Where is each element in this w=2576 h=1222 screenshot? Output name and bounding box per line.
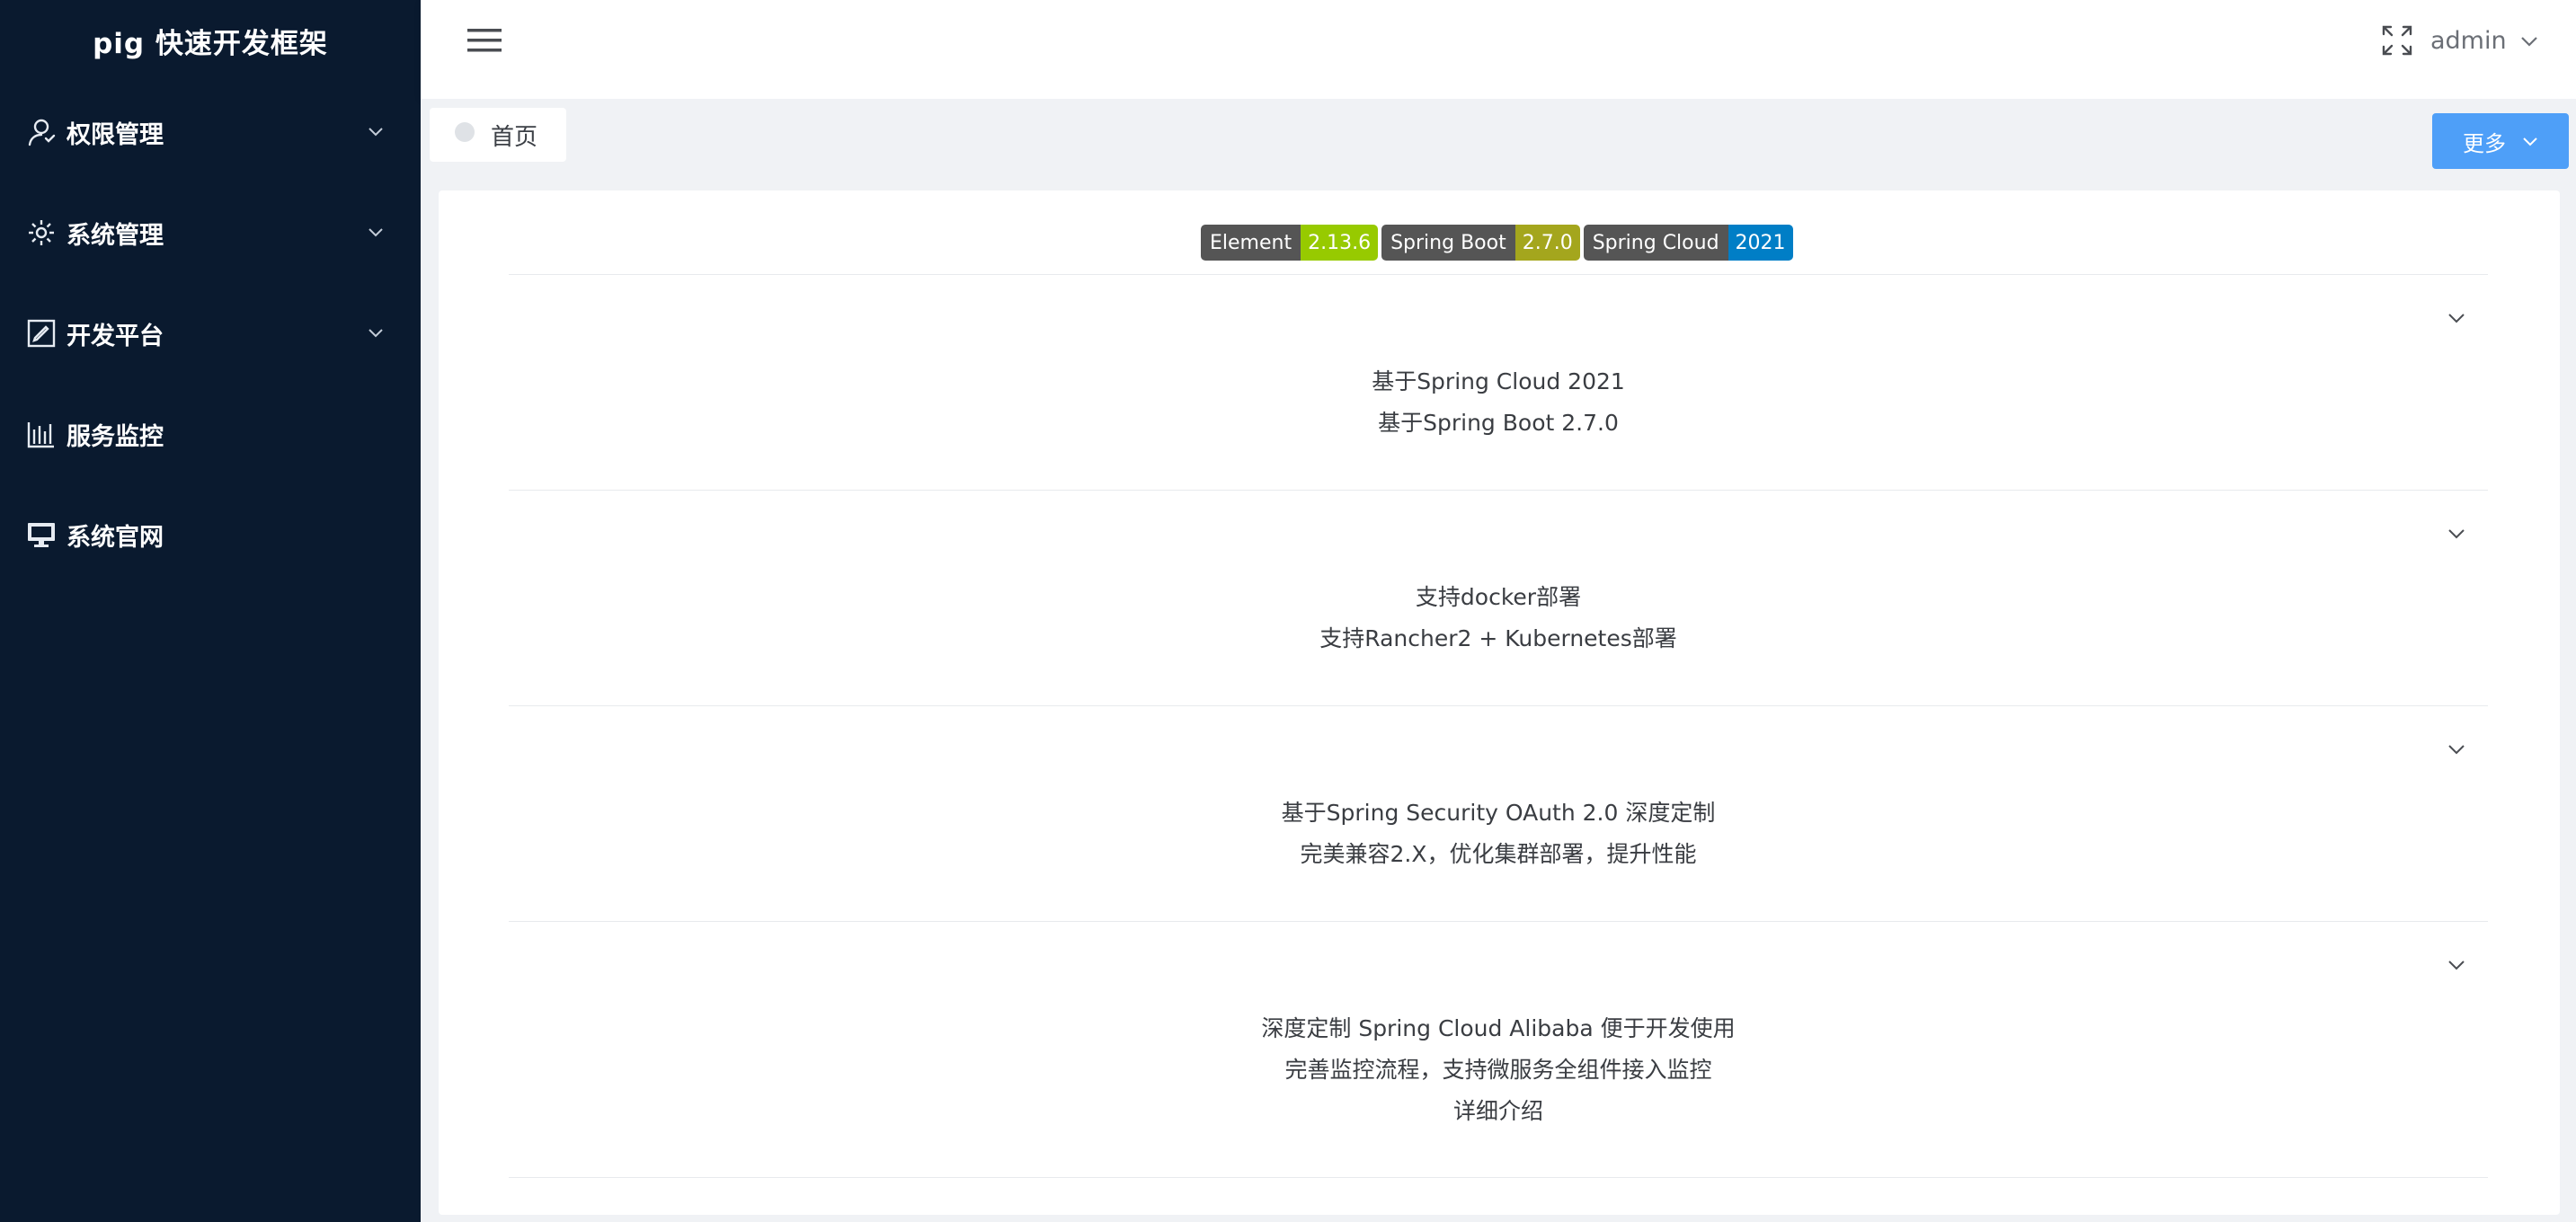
- chevron-down-icon: [367, 122, 385, 140]
- hamburger-icon[interactable]: [467, 25, 502, 56]
- chevron-down-icon: [367, 223, 385, 241]
- sidebar-item-monitoring[interactable]: 服务监控: [0, 394, 421, 474]
- feature-text: 深度定制 Spring Cloud Alibaba 便于开发使用 完善监控流程，…: [509, 1008, 2488, 1132]
- badge-element: Element 2.13.6: [1201, 225, 1379, 261]
- badge-key: Element: [1201, 225, 1301, 261]
- main-card: Element 2.13.6 Spring Boot 2.7.0 Spring …: [439, 190, 2560, 1215]
- chevron-down-icon[interactable]: [2447, 307, 2466, 327]
- top-header: admin: [421, 0, 2576, 99]
- tab-label: 首页: [491, 123, 538, 151]
- chart-icon: [25, 418, 58, 450]
- tab-home[interactable]: 首页: [430, 108, 566, 162]
- feature-text: 基于Spring Security OAuth 2.0 深度定制 完美兼容2.X…: [509, 793, 2488, 875]
- feature-line: 支持Rancher2 + Kubernetes部署: [1319, 625, 1677, 651]
- badge-key: Spring Cloud: [1583, 225, 1728, 261]
- more-button[interactable]: 更多: [2432, 113, 2569, 169]
- monitor-icon: [25, 518, 58, 551]
- sidebar-item-permissions[interactable]: 权限管理: [0, 92, 421, 173]
- sidebar-item-website[interactable]: 系统官网: [0, 494, 421, 575]
- sidebar-item-system[interactable]: 系统管理: [0, 192, 421, 273]
- username: admin: [2430, 26, 2507, 55]
- badge-spring-boot: Spring Boot 2.7.0: [1381, 225, 1580, 261]
- feature-link[interactable]: 详细介绍: [509, 1091, 2488, 1132]
- chevron-down-icon[interactable]: [2447, 954, 2466, 974]
- sidebar-item-label: 权限管理: [67, 120, 164, 149]
- tabs-bar: 首页 更多: [421, 99, 2576, 171]
- sidebar-item-label: 系统官网: [67, 523, 164, 552]
- feature-item: 深度定制 Spring Cloud Alibaba 便于开发使用 完善监控流程，…: [509, 921, 2488, 1177]
- feature-line: 基于Spring Cloud 2021: [1372, 368, 1625, 394]
- feature-text: 基于Spring Cloud 2021 基于Spring Boot 2.7.0: [509, 361, 2488, 444]
- sidebar-item-label: 系统管理: [67, 221, 164, 250]
- chevron-down-icon[interactable]: [2447, 739, 2466, 758]
- feature-line: 支持docker部署: [1415, 584, 1582, 610]
- badge-value: 2.7.0: [1515, 225, 1580, 261]
- sidebar: pig 快速开发框架 权限管理 系统管理 开发平台 服务监控 系统官网: [0, 0, 421, 1222]
- feature-text: 支持docker部署 支持Rancher2 + Kubernetes部署: [509, 577, 2488, 660]
- user-icon: [25, 116, 58, 148]
- tab-status-dot: [455, 122, 475, 142]
- chevron-down-icon: [2519, 31, 2539, 50]
- divider: [509, 1177, 2488, 1178]
- user-menu[interactable]: admin: [2430, 22, 2539, 59]
- feature-line: 基于Spring Boot 2.7.0: [1378, 410, 1619, 436]
- sidebar-item-label: 开发平台: [67, 322, 164, 350]
- feature-line: 深度定制 Spring Cloud Alibaba 便于开发使用: [1261, 1015, 1736, 1041]
- badge-value: 2021: [1728, 225, 1793, 261]
- version-badges: Element 2.13.6 Spring Boot 2.7.0 Spring …: [1201, 225, 1793, 261]
- feature-line: 完善监控流程，支持微服务全组件接入监控: [1284, 1057, 1712, 1083]
- gear-icon: [25, 217, 58, 249]
- chevron-down-icon: [2522, 133, 2538, 149]
- feature-item: 基于Spring Cloud 2021 基于Spring Boot 2.7.0: [509, 274, 2488, 490]
- feature-line: 基于Spring Security OAuth 2.0 深度定制: [1281, 800, 1716, 826]
- brand-title: pig 快速开发框架: [93, 27, 328, 60]
- badge-key: Spring Boot: [1381, 225, 1515, 261]
- chevron-down-icon: [367, 323, 385, 341]
- sidebar-item-dev-platform[interactable]: 开发平台: [0, 293, 421, 374]
- chevron-down-icon[interactable]: [2447, 523, 2466, 543]
- more-button-label: 更多: [2463, 130, 2506, 156]
- edit-icon: [25, 317, 58, 350]
- badge-spring-cloud: Spring Cloud 2021: [1583, 225, 1793, 261]
- feature-line: 完美兼容2.X，优化集群部署，提升性能: [1300, 841, 1697, 867]
- feature-item: 支持docker部署 支持Rancher2 + Kubernetes部署: [509, 490, 2488, 705]
- badge-value: 2.13.6: [1301, 225, 1379, 261]
- feature-item: 基于Spring Security OAuth 2.0 深度定制 完美兼容2.X…: [509, 705, 2488, 921]
- fullscreen-icon[interactable]: [2382, 25, 2412, 56]
- sidebar-item-label: 服务监控: [67, 422, 164, 451]
